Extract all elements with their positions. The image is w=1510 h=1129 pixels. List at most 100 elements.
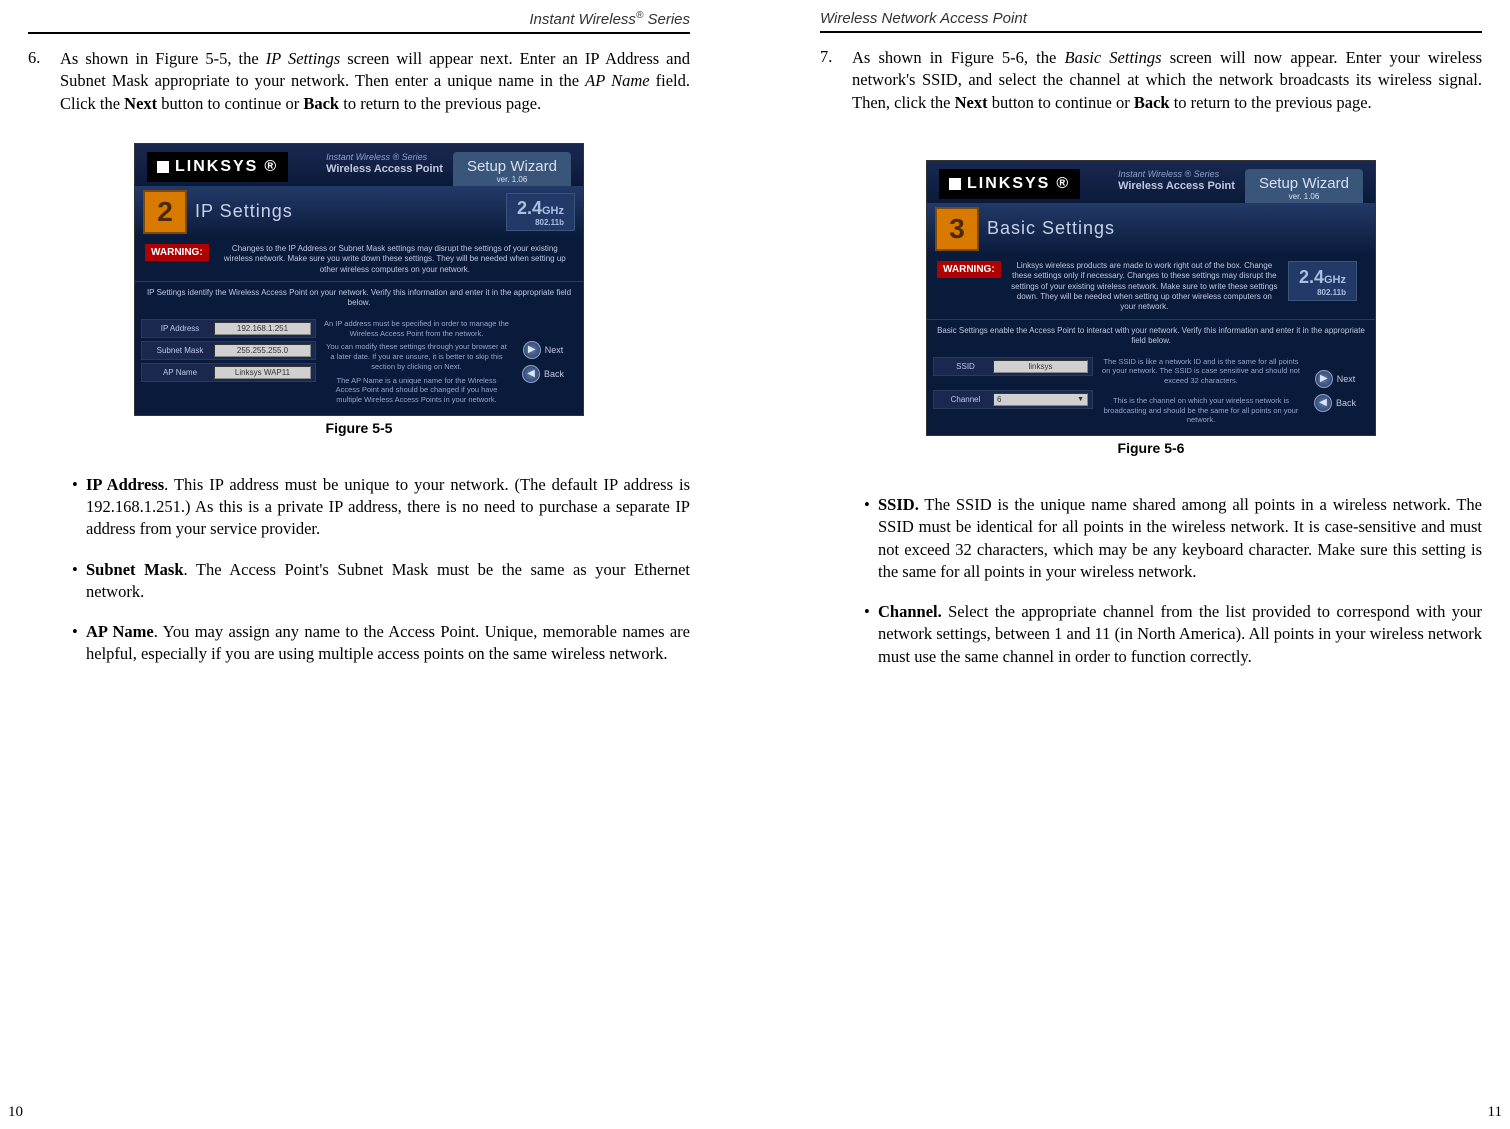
running-head-right: Wireless Network Access Point <box>820 10 1482 33</box>
bullet-dot: • <box>72 621 86 666</box>
next-button[interactable]: ▶ Next <box>523 341 564 359</box>
product-name: Wireless Access Point <box>326 163 443 176</box>
screenshot-ip-settings: LINKSYS® Instant Wireless ® Series Wirel… <box>134 143 584 416</box>
nav-buttons: ▶ Next ◀ Back <box>509 319 577 405</box>
ssid-input[interactable]: linksys <box>993 360 1088 373</box>
bullet-dot: • <box>72 474 86 541</box>
subnet-mask-row: Subnet Mask 255.255.255.0 <box>141 341 316 360</box>
ghz-badge: 2.4GHz 802.11b <box>506 193 575 231</box>
bullet-ap-name: • AP Name. You may assign any name to th… <box>72 621 690 666</box>
product-label: Instant Wireless ® Series Wireless Acces… <box>1118 169 1235 193</box>
ap-name-input[interactable]: Linksys WAP11 <box>214 366 311 379</box>
ip-address-row: IP Address 192.168.1.251 <box>141 319 316 338</box>
figure-caption-5-5: Figure 5-5 <box>28 420 690 436</box>
page-number-right: 11 <box>1488 1104 1502 1121</box>
nav-buttons: ▶ Next ◀ Back <box>1301 357 1369 426</box>
bullet-dot: • <box>864 494 878 583</box>
screen-title: Basic Settings <box>987 218 1115 239</box>
bullet-subnet-mask: • Subnet Mask. The Access Point's Subnet… <box>72 559 690 604</box>
desc-apname: The AP Name is a unique name for the Wir… <box>324 376 509 405</box>
warning-text: Changes to the IP Address or Subnet Mask… <box>217 244 573 275</box>
next-label: Next <box>1337 374 1356 384</box>
step-badge-2: 2 <box>143 190 187 234</box>
series-label: Instant Wireless ® Series <box>1118 169 1235 180</box>
bullet-channel: • Channel. Select the appropriate channe… <box>864 601 1482 668</box>
subnet-mask-label: Subnet Mask <box>146 346 214 355</box>
figure-5-6: LINKSYS® Instant Wireless ® Series Wirel… <box>820 160 1482 456</box>
version-label: ver. 1.06 <box>1259 192 1349 201</box>
step-text: As shown in Figure 5-5, the IP Settings … <box>60 48 690 115</box>
next-label: Next <box>545 345 564 355</box>
screenshot-basic-settings: LINKSYS® Instant Wireless ® Series Wirel… <box>926 160 1376 436</box>
desc-ip: An IP address must be specified in order… <box>324 319 509 339</box>
warning-text: Linksys wireless products are made to wo… <box>1009 261 1280 313</box>
info-row: Basic Settings enable the Access Point t… <box>927 319 1375 353</box>
ip-address-input[interactable]: 192.168.1.251 <box>214 322 311 335</box>
linksys-logo: LINKSYS® <box>147 152 288 182</box>
step-badge-3: 3 <box>935 207 979 251</box>
back-button[interactable]: ◀ Back <box>1314 394 1356 412</box>
field-descriptions: An IP address must be specified in order… <box>316 319 509 405</box>
bullet-dot: • <box>72 559 86 604</box>
channel-select[interactable]: 6 ▼ <box>993 393 1088 406</box>
version-label: ver. 1.06 <box>467 175 557 184</box>
bullet-ssid: • SSID. The SSID is the unique name shar… <box>864 494 1482 583</box>
ghz-badge: 2.4GHz 802.11b <box>1288 261 1357 302</box>
back-icon: ◀ <box>522 365 540 383</box>
step-number: 6. <box>28 48 60 115</box>
next-icon: ▶ <box>1315 370 1333 388</box>
step-7: 7. As shown in Figure 5-6, the Basic Set… <box>820 47 1482 114</box>
logo-text: LINKSYS <box>175 158 258 176</box>
right-page: Wireless Network Access Point 7. As show… <box>750 0 1510 1129</box>
desc-channel: This is the channel on which your wirele… <box>1101 396 1301 425</box>
product-label: Instant Wireless ® Series Wireless Acces… <box>326 152 443 176</box>
warning-row: WARNING: Changes to the IP Address or Su… <box>135 238 583 281</box>
step-text: As shown in Figure 5-6, the Basic Settin… <box>852 47 1482 114</box>
bullet-dot: • <box>864 601 878 668</box>
info-row: IP Settings identify the Wireless Access… <box>135 281 583 315</box>
left-page: Instant Wireless® Series 6. As shown in … <box>0 0 750 1129</box>
ap-name-label: AP Name <box>146 368 214 377</box>
screen-title: IP Settings <box>195 201 293 222</box>
bullet-text: Subnet Mask. The Access Point's Subnet M… <box>86 559 690 604</box>
logo-icon <box>157 161 169 173</box>
warning-tag: WARNING: <box>937 261 1001 278</box>
ssid-label: SSID <box>938 362 993 371</box>
bullet-text: Channel. Select the appropriate channel … <box>878 601 1482 668</box>
figure-caption-5-6: Figure 5-6 <box>820 440 1482 456</box>
back-icon: ◀ <box>1314 394 1332 412</box>
subnet-mask-input[interactable]: 255.255.255.0 <box>214 344 311 357</box>
step-number: 7. <box>820 47 852 114</box>
running-head-left: Instant Wireless® Series <box>28 10 690 34</box>
back-label: Back <box>1336 398 1356 408</box>
title-row: 3 Basic Settings <box>927 203 1375 255</box>
figure-5-5: LINKSYS® Instant Wireless ® Series Wirel… <box>28 143 690 436</box>
bullet-text: AP Name. You may assign any name to the … <box>86 621 690 666</box>
field-descriptions: The SSID is like a network ID and is the… <box>1093 357 1301 426</box>
logo-icon <box>949 178 961 190</box>
wizard-header: LINKSYS® Instant Wireless ® Series Wirel… <box>135 144 583 186</box>
series-label: Instant Wireless ® Series <box>326 152 443 163</box>
back-label: Back <box>544 369 564 379</box>
next-button[interactable]: ▶ Next <box>1315 370 1356 388</box>
next-icon: ▶ <box>523 341 541 359</box>
setup-wizard-tab: Setup Wizard ver. 1.06 <box>1245 169 1363 203</box>
fields-column: IP Address 192.168.1.251 Subnet Mask 255… <box>141 319 316 405</box>
setup-label: Setup Wizard <box>1259 175 1349 192</box>
step-6: 6. As shown in Figure 5-5, the IP Settin… <box>28 48 690 115</box>
logo-text: LINKSYS <box>967 175 1050 193</box>
product-name: Wireless Access Point <box>1118 180 1235 193</box>
fields-column: SSID linksys Channel 6 ▼ <box>933 357 1093 426</box>
page-number-left: 10 <box>8 1104 23 1121</box>
setup-wizard-tab: Setup Wizard ver. 1.06 <box>453 152 571 186</box>
bullet-text: IP Address. This IP address must be uniq… <box>86 474 690 541</box>
field-area: SSID linksys Channel 6 ▼ The SSID is lik… <box>927 353 1375 436</box>
bullet-list-right: • SSID. The SSID is the unique name shar… <box>864 494 1482 686</box>
ip-address-label: IP Address <box>146 324 214 333</box>
ssid-row: SSID linksys <box>933 357 1093 376</box>
bullet-ip-address: • IP Address. This IP address must be un… <box>72 474 690 541</box>
setup-label: Setup Wizard <box>467 158 557 175</box>
desc-modify: You can modify these settings through yo… <box>324 342 509 371</box>
back-button[interactable]: ◀ Back <box>522 365 564 383</box>
field-area: IP Address 192.168.1.251 Subnet Mask 255… <box>135 315 583 415</box>
